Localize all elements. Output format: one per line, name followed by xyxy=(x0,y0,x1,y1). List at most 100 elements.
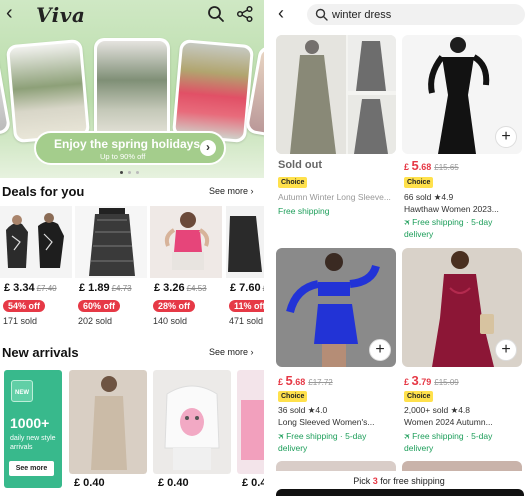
product-price: £ 0.40 xyxy=(74,477,105,489)
deal-price: £ 3.34 £7.40 xyxy=(4,282,57,294)
search-results-panel: ‹ Sold out Choice Autumn Winter Long Sle… xyxy=(271,0,527,496)
sold-count: 202 sold xyxy=(78,316,113,326)
calendar-new-icon: NEW xyxy=(11,380,33,402)
add-to-cart-button[interactable]: + xyxy=(495,126,517,148)
product-image: + xyxy=(276,248,396,367)
carousel-dot[interactable] xyxy=(136,171,139,174)
shipping-info: 🛪 Free shipping · 5-day delivery xyxy=(404,217,493,239)
promo-title: Enjoy the spring holidays xyxy=(54,137,201,151)
product-name: Hawthaw Women 2023... xyxy=(404,204,499,214)
sold-rating: 2,000+ sold ★4.8 xyxy=(404,405,471,415)
product-price: £ 0.4 xyxy=(242,477,264,489)
search-bar[interactable] xyxy=(307,4,525,25)
carousel-dot[interactable] xyxy=(120,171,123,174)
new-arrivals-count: 1000+ xyxy=(10,415,50,431)
share-icon[interactable] xyxy=(236,5,254,23)
add-to-cart-button[interactable]: + xyxy=(495,339,517,361)
choice-badge: Choice xyxy=(278,177,308,188)
sold-count: 140 sold xyxy=(153,316,188,326)
new-arrival-item[interactable]: £ 0.4 xyxy=(237,370,264,489)
product-name: Autumn Winter Long Sleeve... xyxy=(278,192,391,202)
carousel-dot[interactable] xyxy=(128,171,131,174)
product-image xyxy=(276,35,396,154)
deal-item[interactable]: £ 3.26 £4.53 28% off 140 sold xyxy=(150,206,222,326)
discount-badge: 28% off xyxy=(153,300,196,312)
home-top-bar: ‹ Viva xyxy=(0,0,264,30)
deals-see-more-link[interactable]: See more › xyxy=(209,186,254,196)
product-price: £ 3.79 £15.09 xyxy=(404,373,459,388)
search-icon xyxy=(315,8,328,21)
product-card[interactable]: + £ 5.68 £15.65 Choice 66 sold ★4.9 Hawth… xyxy=(402,35,522,239)
banner-photo-card[interactable] xyxy=(171,38,255,144)
banner-photo xyxy=(9,42,87,140)
chevron-right-icon[interactable]: › xyxy=(200,140,216,156)
product-image xyxy=(0,206,72,278)
product-card[interactable]: + £ 5.68 £17.72 Choice 36 sold ★4.0 Long … xyxy=(276,248,396,453)
back-arrow-icon[interactable]: ‹ xyxy=(278,4,284,22)
search-input[interactable] xyxy=(332,6,512,23)
app-logo: Viva xyxy=(36,3,86,27)
deal-price: £ 7.60£ xyxy=(230,282,264,294)
shipping-info: Free shipping xyxy=(278,206,330,216)
choice-badge: Choice xyxy=(278,391,308,402)
product-image xyxy=(150,206,222,278)
discount-badge: 54% off xyxy=(3,300,46,312)
product-image xyxy=(153,370,231,474)
product-name: Women 2024 Autumn... xyxy=(404,417,493,427)
product-price: £ 0.40 xyxy=(158,477,189,489)
new-arrival-item[interactable]: £ 0.40 xyxy=(69,370,147,489)
banner-photo-card[interactable] xyxy=(94,38,170,142)
deal-item[interactable]: £ 7.60£ 11% off 471 sold xyxy=(226,206,264,326)
product-name: Long Sleeved Women's... xyxy=(278,417,375,427)
product-image: + xyxy=(402,248,522,367)
product-image xyxy=(69,370,147,474)
new-arrivals-text: daily new style arrivals xyxy=(10,435,56,451)
search-icon[interactable] xyxy=(207,5,225,23)
deal-item[interactable]: £ 1.89 £4.73 60% off 202 sold xyxy=(75,206,147,326)
sold-rating: 66 sold ★4.9 xyxy=(404,192,454,202)
product-image: + xyxy=(402,35,522,154)
promo-pill-button[interactable]: Enjoy the spring holidays Up to 90% off … xyxy=(34,131,226,165)
shipping-info: 🛪 Free shipping · 5-day delivery xyxy=(404,431,493,453)
sold-count: 471 sold xyxy=(229,316,264,326)
product-image xyxy=(237,370,264,474)
new-arrivals-section-title: New arrivals xyxy=(2,345,79,360)
banner-photo xyxy=(97,41,167,139)
banner-photo-card[interactable] xyxy=(5,38,91,144)
free-shipping-bar[interactable]: Pick 3 for free shipping xyxy=(271,471,527,496)
deal-price: £ 1.89 £4.73 xyxy=(79,282,132,294)
discount-badge: 60% off xyxy=(78,300,121,312)
product-price: £ 5.68 £17.72 xyxy=(278,373,333,388)
new-arrivals-see-more-button[interactable]: See more xyxy=(9,461,54,476)
sold-rating: 36 sold ★4.0 xyxy=(278,405,328,415)
deal-item[interactable]: £ 3.34 £7.40 54% off 171 sold xyxy=(0,206,72,326)
truck-icon: 🛪 xyxy=(278,431,287,441)
new-arrivals-promo-tile[interactable]: NEW 1000+ daily new style arrivals See m… xyxy=(4,370,62,488)
add-to-cart-button[interactable]: + xyxy=(369,339,391,361)
banner-photo xyxy=(175,42,251,140)
choice-badge: Choice xyxy=(404,391,434,402)
carousel-indicator xyxy=(120,171,144,175)
new-arrival-item[interactable]: £ 0.40 xyxy=(153,370,231,489)
sold-out-overlay xyxy=(276,35,396,154)
product-card[interactable]: Sold out Choice Autumn Winter Long Sleev… xyxy=(276,35,396,216)
product-card[interactable]: + £ 3.79 £15.09 Choice 2,000+ sold ★4.8 W… xyxy=(402,248,522,453)
truck-icon: 🛪 xyxy=(404,217,413,227)
choice-badge: Choice xyxy=(404,177,434,188)
truck-icon: 🛪 xyxy=(404,431,413,441)
back-arrow-icon[interactable]: ‹ xyxy=(6,3,26,24)
product-image xyxy=(75,206,147,278)
sold-out-label: Sold out xyxy=(278,159,322,171)
cart-summary-pill[interactable] xyxy=(276,489,524,496)
product-price: £ 5.68 £15.65 xyxy=(404,158,459,173)
sold-count: 171 sold xyxy=(3,316,38,326)
new-arrivals-see-more-link[interactable]: See more › xyxy=(209,347,254,357)
product-image xyxy=(226,206,264,278)
deal-price: £ 3.26 £4.53 xyxy=(154,282,207,294)
free-shipping-text: Pick 3 for free shipping xyxy=(353,476,445,486)
shipping-info: 🛪 Free shipping · 5-day delivery xyxy=(278,431,367,453)
home-panel: ‹ Viva Enjoy the spring holidays Up to 9… xyxy=(0,0,264,496)
discount-badge: 11% off xyxy=(229,300,264,312)
deals-section-title: Deals for you xyxy=(2,184,85,199)
promo-subtitle: Up to 90% off xyxy=(100,152,146,161)
